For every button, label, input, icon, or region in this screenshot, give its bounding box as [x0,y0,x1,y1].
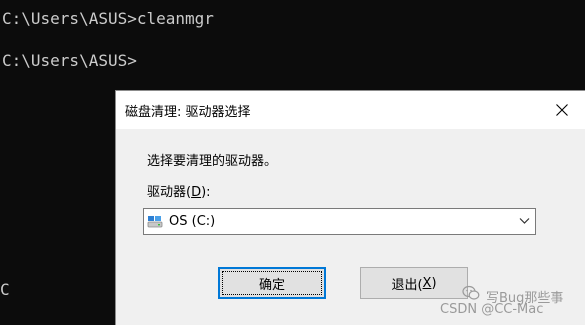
dialog-title: 磁盘清理: 驱动器选择 [125,105,251,120]
console-line-partial: C [0,280,10,299]
chevron-down-icon [519,218,530,224]
close-button[interactable] [539,91,585,129]
exit-button[interactable]: 退出(X) [360,267,468,299]
ok-button[interactable]: 确定 [218,267,326,299]
watermark-csdn: CSDN @CC-Mac [440,302,544,317]
drive-select-value: OS (C:) [169,214,216,229]
console-line-prompt: C:\Users\ASUS> [2,51,137,70]
dialog-titlebar[interactable]: 磁盘清理: 驱动器选择 [116,91,585,129]
drive-select[interactable]: OS (C:) [143,208,536,235]
exit-label-suffix: ) [431,275,437,291]
focus-ring [222,271,322,295]
drive-label-suffix: ): [201,185,211,200]
console-line-command: C:\Users\ASUS>cleanmgr [2,9,214,28]
exit-label-prefix: 退出( [391,277,423,293]
wechat-logo-icon [462,285,480,300]
close-icon [556,104,568,116]
dialog-prompt: 选择要清理的驱动器。 [147,154,278,169]
hard-drive-icon [147,216,163,228]
drive-label-accelerator: D [191,185,202,200]
drive-label-prefix: 驱动器( [147,185,192,200]
exit-label-accelerator: X [422,275,432,291]
drive-label: 驱动器(D): [147,181,211,200]
